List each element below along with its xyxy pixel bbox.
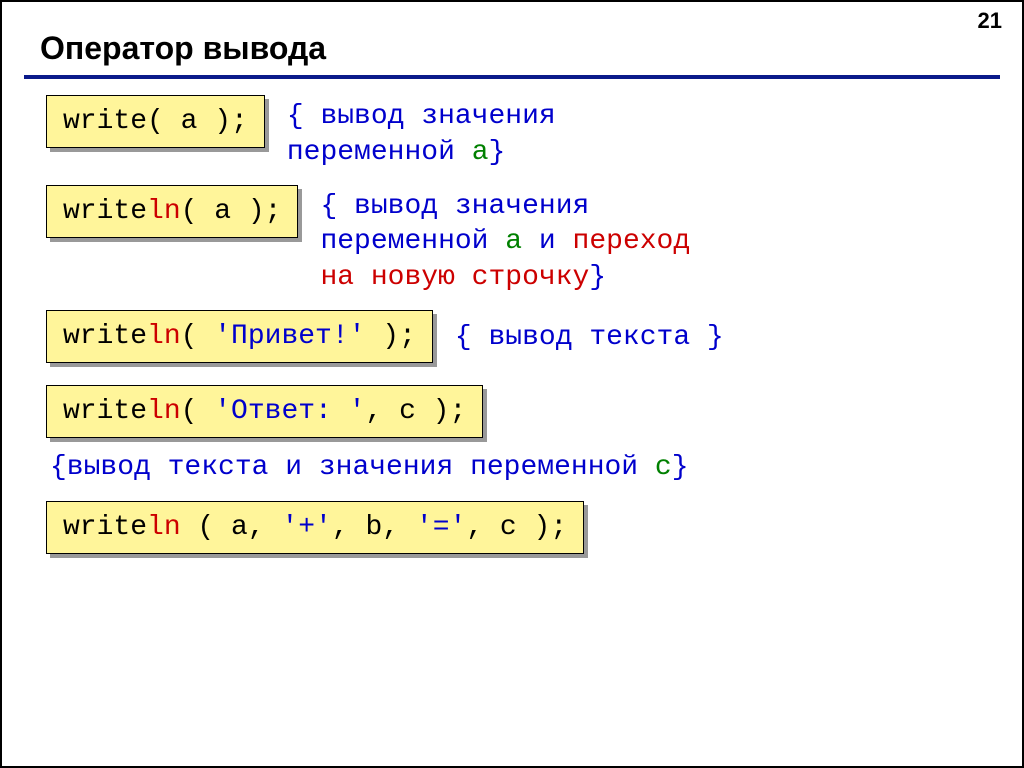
code-str: 'Привет!' [214,321,365,352]
comment-l3b: } [589,262,606,293]
code-s1: '+' [281,512,331,543]
comment-l1: { вывод значения [320,191,589,222]
comment-var: a [472,137,489,168]
comment-2: { вывод значения переменной a и переход … [320,189,690,296]
code-ln: ln [147,321,181,352]
code-mid-b: , c ); [365,396,466,427]
code-ln: ln [147,512,181,543]
code-tail: ( a ); [147,106,248,137]
code-write: write [63,396,147,427]
example-1: write( a ); { вывод значения переменной … [46,95,998,171]
code-str: 'Ответ: ' [214,396,365,427]
comment-l2a: переменной [287,137,472,168]
slide-heading: Оператор вывода [40,30,1022,67]
heading-divider [24,75,1000,79]
code-write: write [63,321,147,352]
example-2: writeln( a ); { вывод значения переменно… [46,185,998,296]
code-a: ( a, [181,512,282,543]
code-box-2: writeln( a ); [46,185,298,238]
comment-l2red: переход [573,226,691,257]
code-c: , c ); [466,512,567,543]
code-tail: ( a ); [181,196,282,227]
code-box-3: writeln( 'Привет!' ); [46,310,433,363]
code-box-5: writeln ( a, '+', b, '=', c ); [46,501,584,554]
code-ln: ln [147,196,181,227]
comment-var: c [655,452,672,483]
code-box-1: write( a ); [46,95,265,148]
comment-l1: { вывод значения [287,101,556,132]
slide-content: write( a ); { вывод значения переменной … [2,95,1022,562]
code-mid-a: ( [181,396,215,427]
comment-1: { вывод значения переменной a} [287,99,556,171]
code-box-4: writeln( 'Ответ: ', c ); [46,385,483,438]
comment-var: a [505,226,522,257]
comment-l2b: и [522,226,572,257]
code-mid-a: ( [181,321,215,352]
example-5: writeln ( a, '+', b, '=', c ); [46,501,998,562]
code-mid-b: ); [365,321,415,352]
comment-b: } [672,452,689,483]
comment-a: {вывод текста и значения переменной [50,452,655,483]
comment-l3red: на новую строчку [320,262,589,293]
example-3: writeln( 'Привет!' ); { вывод текста } [46,310,998,371]
code-s2: '=' [416,512,466,543]
code-write: write [63,106,147,137]
page-number: 21 [978,8,1002,34]
code-ln: ln [147,396,181,427]
comment-l2b: } [489,137,506,168]
example-4: writeln( 'Ответ: ', c ); {вывод текста и… [46,385,998,483]
comment-l2a: переменной [320,226,505,257]
code-write: write [63,512,147,543]
code-write: write [63,196,147,227]
comment-4: {вывод текста и значения переменной c} [50,452,998,483]
comment-3: { вывод текста } [455,320,724,356]
code-b: , b, [332,512,416,543]
